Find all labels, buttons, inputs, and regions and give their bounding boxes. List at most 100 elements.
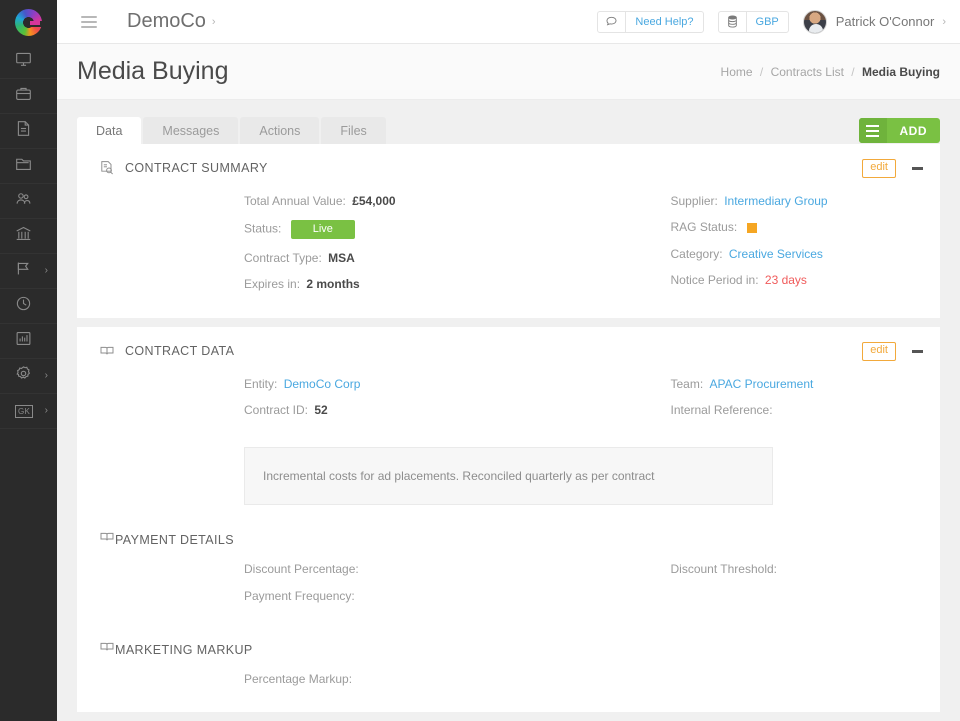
document-search-icon — [99, 160, 115, 176]
tab-files[interactable]: Files — [321, 117, 385, 145]
speech-bubble-icon — [598, 12, 626, 32]
topbar-right: Need Help? GBP Patrick O'Connor › — [597, 10, 946, 34]
card-contract-data: CONTRACT DATA edit Entity: DemoCo Corp C… — [77, 327, 940, 713]
sidebar: › › GK › — [0, 0, 57, 721]
field-total-annual-value: Total Annual Value: £54,000 — [244, 194, 509, 208]
field-column-left: Total Annual Value: £54,000 Status: Live… — [77, 194, 509, 304]
company-logo-icon[interactable] — [15, 9, 42, 36]
field-label: Total Annual Value: — [244, 194, 346, 208]
bar-chart-icon — [15, 330, 32, 352]
entity-link[interactable]: DemoCo Corp — [284, 377, 361, 391]
field-notice-period: Notice Period in: 23 days — [671, 273, 941, 287]
field-value: 2 months — [306, 277, 359, 291]
gk-badge-icon: GK — [15, 405, 33, 418]
briefcase-icon — [15, 85, 32, 107]
flag-icon — [15, 260, 32, 282]
field-column-right: Supplier: Intermediary Group RAG Status:… — [509, 194, 941, 304]
edit-button[interactable]: edit — [862, 342, 896, 361]
org-name[interactable]: DemoCo — [127, 10, 206, 33]
field-grid: Percentage Markup: — [77, 664, 940, 712]
hamburger-icon[interactable] — [81, 13, 97, 31]
field-label: Contract Type: — [244, 251, 322, 265]
currency-button[interactable]: GBP — [718, 11, 789, 33]
field-discount-percentage: Discount Percentage: — [244, 562, 509, 576]
collapse-button[interactable] — [906, 159, 928, 177]
chevron-right-icon: › — [45, 266, 48, 276]
field-value: MSA — [328, 251, 355, 265]
breadcrumb-home[interactable]: Home — [721, 65, 753, 79]
field-internal-reference: Internal Reference: — [671, 403, 941, 417]
sidebar-item-dashboard[interactable] — [0, 44, 57, 79]
tabs: Data Messages Actions Files ADD — [77, 112, 940, 144]
sidebar-item-suppliers[interactable] — [0, 79, 57, 114]
field-label: Entity: — [244, 377, 277, 391]
field-column-right: Discount Threshold: — [509, 562, 941, 615]
edit-button[interactable]: edit — [862, 159, 896, 178]
add-button[interactable]: ADD — [859, 118, 941, 143]
field-value: 52 — [314, 403, 327, 417]
field-column-right: Team: APAC Procurement Internal Referenc… — [509, 377, 941, 430]
card-title: CONTRACT SUMMARY — [125, 161, 268, 175]
tab-data[interactable]: Data — [77, 117, 141, 145]
field-supplier: Supplier: Intermediary Group — [671, 194, 941, 208]
field-label: Percentage Markup: — [244, 672, 352, 686]
minus-icon — [912, 167, 923, 170]
field-label: Discount Threshold: — [671, 562, 778, 576]
field-column-left: Discount Percentage: Payment Frequency: — [77, 562, 509, 615]
users-icon — [15, 190, 32, 212]
minus-icon — [912, 350, 923, 353]
field-label: Notice Period in: — [671, 273, 759, 287]
bank-icon — [15, 225, 32, 247]
open-book-icon — [99, 529, 115, 550]
section-payment-details: PAYMENT DETAILS — [77, 519, 940, 554]
collapse-button[interactable] — [906, 342, 928, 360]
status-badge: Live — [291, 220, 355, 239]
chevron-right-icon[interactable]: › — [212, 16, 216, 28]
field-label: Internal Reference: — [671, 403, 773, 417]
need-help-button[interactable]: Need Help? — [597, 11, 703, 33]
field-label: RAG Status: — [671, 220, 738, 234]
sidebar-item-reports[interactable] — [0, 324, 57, 359]
sidebar-item-gatekeeper[interactable]: GK › — [0, 394, 57, 429]
section-marketing-markup: MARKETING MARKUP — [77, 629, 940, 664]
sidebar-item-history[interactable] — [0, 289, 57, 324]
chevron-right-icon: › — [45, 371, 48, 381]
field-expires-in: Expires in: 2 months — [244, 277, 509, 291]
breadcrumb-separator: / — [760, 65, 763, 79]
open-book-icon — [99, 639, 115, 660]
tab-messages[interactable]: Messages — [143, 117, 238, 145]
field-label: Supplier: — [671, 194, 718, 208]
sidebar-item-flags[interactable]: › — [0, 254, 57, 289]
field-category: Category: Creative Services — [671, 247, 941, 261]
category-link[interactable]: Creative Services — [729, 247, 823, 261]
avatar — [803, 10, 827, 34]
sidebar-item-settings[interactable]: › — [0, 359, 57, 394]
breadcrumb-contracts-list[interactable]: Contracts List — [771, 65, 844, 79]
field-contract-type: Contract Type: MSA — [244, 251, 509, 265]
tab-actions[interactable]: Actions — [240, 117, 319, 145]
team-link[interactable]: APAC Procurement — [710, 377, 814, 391]
sidebar-item-finance[interactable] — [0, 219, 57, 254]
field-label: Status: — [244, 222, 281, 236]
field-team: Team: APAC Procurement — [671, 377, 941, 391]
field-grid: Entity: DemoCo Corp Contract ID: 52 Team… — [77, 369, 940, 444]
contract-notes: Incremental costs for ad placements. Rec… — [244, 447, 773, 505]
clock-icon — [15, 295, 32, 317]
add-button-label: ADD — [887, 124, 941, 138]
field-label: Expires in: — [244, 277, 300, 291]
field-label: Category: — [671, 247, 723, 261]
breadcrumb-separator: / — [851, 65, 854, 79]
logo-wrap[interactable] — [0, 0, 57, 44]
section-title: PAYMENT DETAILS — [115, 533, 234, 547]
field-grid: Total Annual Value: £54,000 Status: Live… — [77, 186, 940, 318]
sidebar-item-projects[interactable] — [0, 149, 57, 184]
field-column-right — [509, 672, 941, 698]
field-label: Payment Frequency: — [244, 589, 355, 603]
sidebar-item-contracts[interactable] — [0, 114, 57, 149]
field-column-left: Percentage Markup: — [77, 672, 509, 698]
sidebar-item-people[interactable] — [0, 184, 57, 219]
supplier-link[interactable]: Intermediary Group — [724, 194, 827, 208]
user-menu[interactable]: Patrick O'Connor › — [803, 10, 946, 34]
field-value: 23 days — [765, 273, 807, 287]
section-title: MARKETING MARKUP — [115, 643, 253, 657]
